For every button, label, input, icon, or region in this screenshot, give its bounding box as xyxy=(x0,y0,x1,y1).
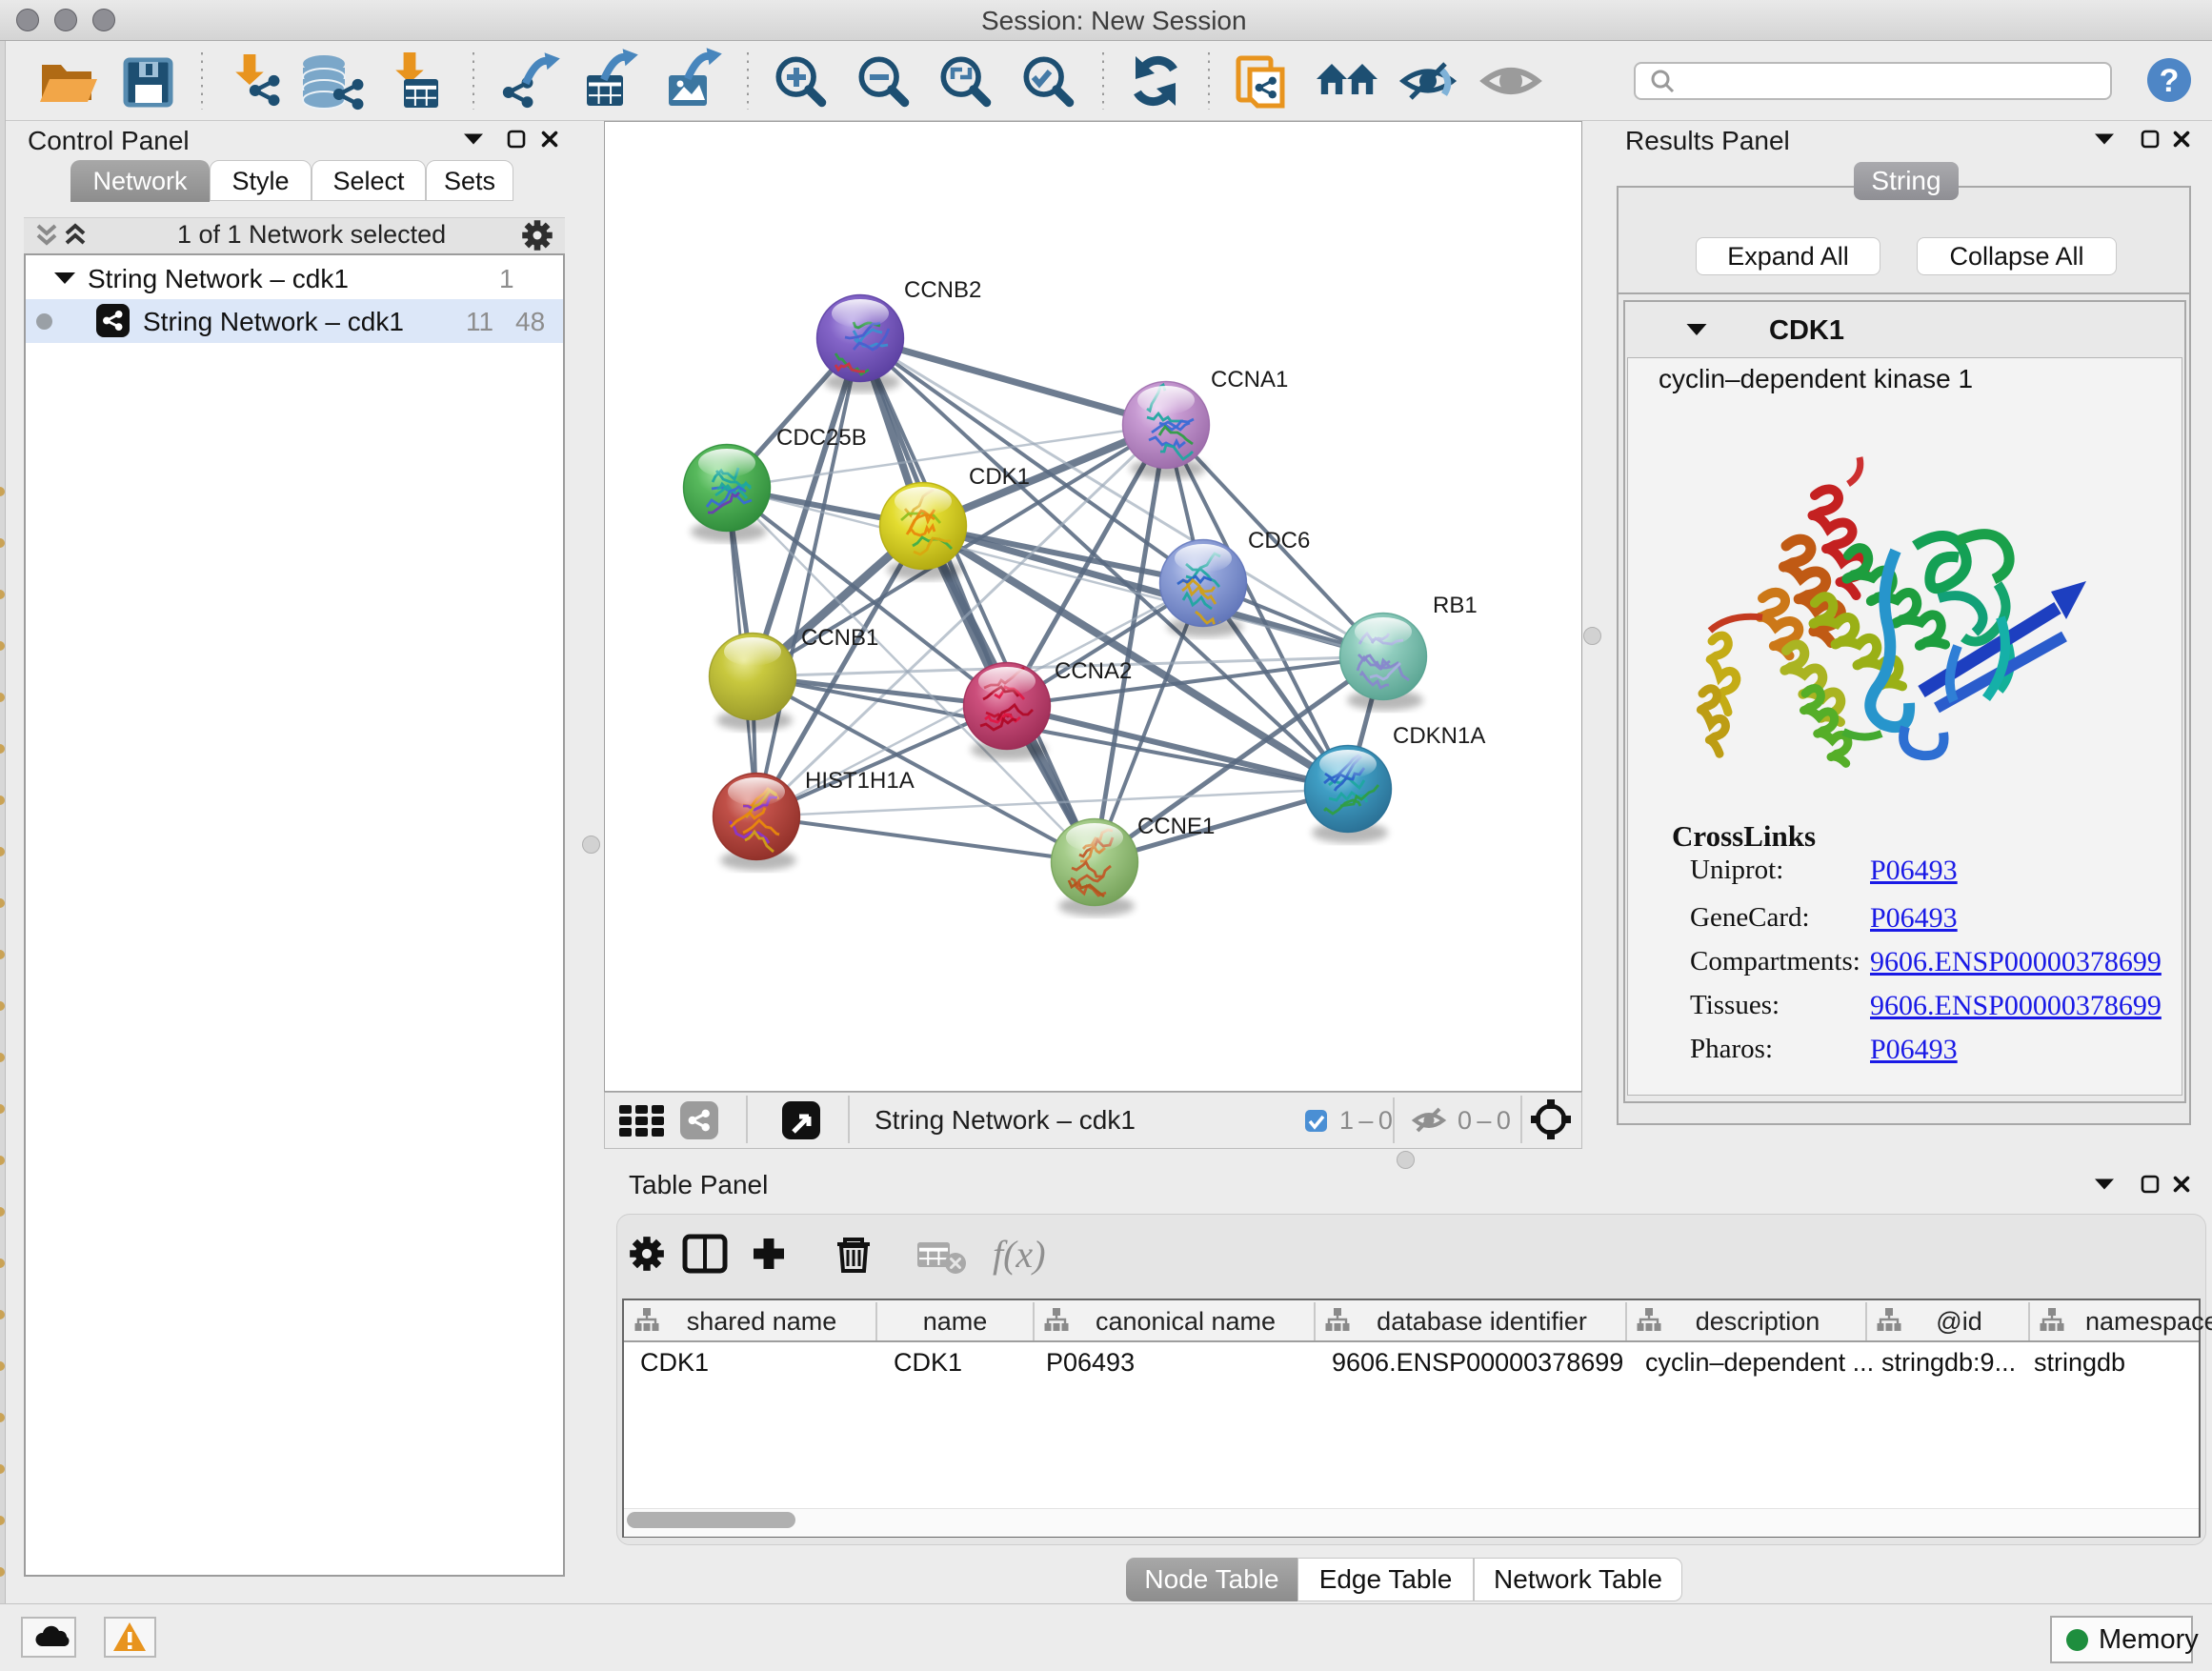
svg-text:CDKN1A: CDKN1A xyxy=(1393,723,1485,749)
svg-text:CCNA2: CCNA2 xyxy=(1055,658,1132,684)
svg-text:CCNA1: CCNA1 xyxy=(1211,367,1288,393)
svg-text:CCNE1: CCNE1 xyxy=(1137,814,1215,839)
svg-text:CCNB2: CCNB2 xyxy=(904,277,981,303)
svg-text:CCNB1: CCNB1 xyxy=(801,625,878,651)
svg-text:HIST1H1A: HIST1H1A xyxy=(805,768,915,794)
svg-text:f(x): f(x) xyxy=(993,1233,1046,1276)
svg-text:?: ? xyxy=(2160,63,2180,99)
svg-text:CDK1: CDK1 xyxy=(969,464,1030,490)
svg-text:RB1: RB1 xyxy=(1433,593,1478,618)
svg-text:CDC6: CDC6 xyxy=(1248,528,1310,554)
svg-text:CDC25B: CDC25B xyxy=(776,425,867,451)
